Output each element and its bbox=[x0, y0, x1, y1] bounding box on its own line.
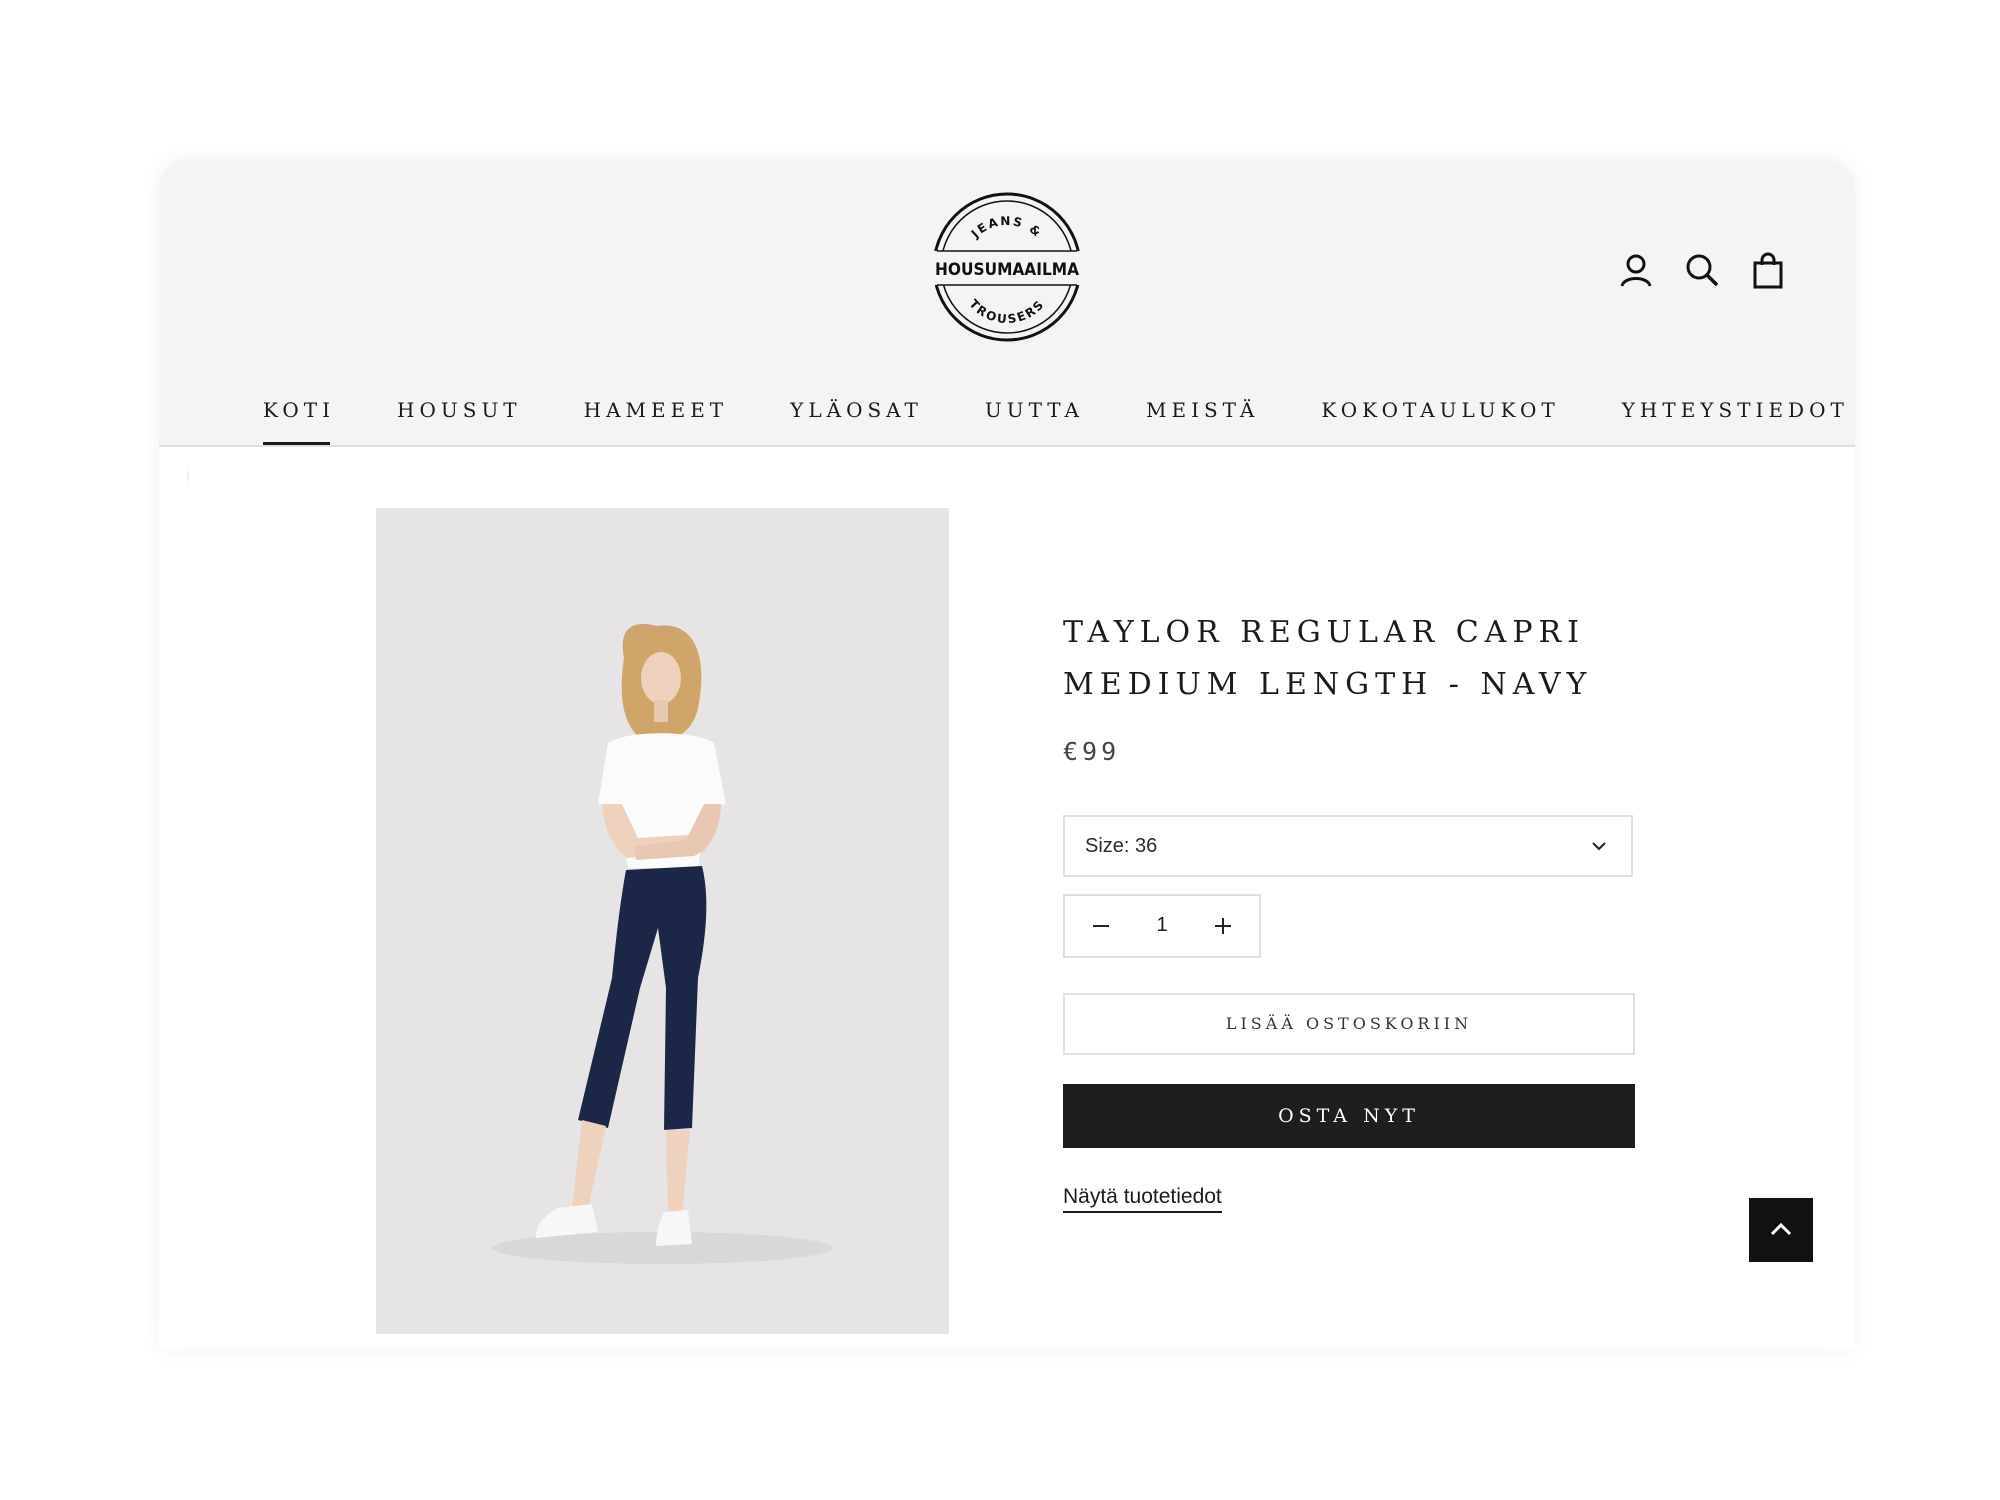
search-icon[interactable] bbox=[1683, 251, 1721, 289]
svg-text:JEANS &: JEANS & bbox=[968, 214, 1045, 241]
nav-item-meista[interactable]: MEISTÄ bbox=[1146, 389, 1259, 445]
model-photo bbox=[376, 508, 949, 1334]
back-to-top-button[interactable] bbox=[1749, 1198, 1813, 1262]
quantity-stepper: 1 bbox=[1063, 894, 1261, 958]
nav-item-housut[interactable]: HOUSUT bbox=[397, 389, 522, 445]
cart-bag-icon[interactable] bbox=[1749, 251, 1787, 289]
nav-item-yhteystiedot[interactable]: YHTEYSTIEDOT bbox=[1622, 389, 1849, 445]
main-navigation: KOTI HOUSUT HAMEEET YLÄOSAT UUTTA MEISTÄ… bbox=[263, 389, 1849, 445]
product-title: TAYLOR REGULAR CAPRI MEDIUM LENGTH - NAV… bbox=[1063, 607, 1683, 711]
store-window: JEANS & HOUSUMAAILMA TROUSERS KOTI HOUSU… bbox=[159, 159, 1855, 1349]
chevron-up-icon bbox=[1770, 1222, 1792, 1236]
nav-item-koti[interactable]: KOTI bbox=[263, 389, 335, 445]
svg-text:TROUSERS: TROUSERS bbox=[966, 297, 1047, 327]
header-actions bbox=[1617, 251, 1787, 289]
product-title-line-2: MEDIUM LENGTH - NAVY bbox=[1063, 667, 1593, 702]
product-image[interactable] bbox=[376, 508, 949, 1334]
product-details-link[interactable]: Näytä tuotetiedot bbox=[1063, 1185, 1222, 1213]
brand-wordmark: HOUSUMAAILMA bbox=[935, 260, 1080, 280]
divider-mark bbox=[187, 471, 189, 481]
nav-item-ylaosat[interactable]: YLÄOSAT bbox=[790, 389, 923, 445]
site-header: JEANS & HOUSUMAAILMA TROUSERS KOTI HOUSU… bbox=[159, 159, 1855, 447]
chevron-down-icon bbox=[1592, 842, 1606, 851]
increase-quantity-button[interactable] bbox=[1211, 914, 1235, 938]
product-price: €99 bbox=[1063, 737, 1121, 766]
nav-item-uutta[interactable]: UUTTA bbox=[985, 389, 1084, 445]
add-to-cart-button[interactable]: LISÄÄ OSTOSKORIIN bbox=[1063, 993, 1635, 1055]
account-icon[interactable] bbox=[1617, 251, 1655, 289]
nav-item-hameeet[interactable]: HAMEEET bbox=[584, 389, 729, 445]
size-dropdown-value: Size: 36 bbox=[1085, 835, 1158, 857]
nav-item-kokotaulukot[interactable]: KOKOTAULUKOT bbox=[1321, 389, 1559, 445]
product-title-line-1: TAYLOR REGULAR CAPRI bbox=[1063, 615, 1585, 650]
buy-now-button[interactable]: OSTA NYT bbox=[1063, 1084, 1635, 1148]
logo-emblem: JEANS & HOUSUMAAILMA TROUSERS bbox=[931, 192, 1083, 342]
brand-logo[interactable]: JEANS & HOUSUMAAILMA TROUSERS bbox=[931, 191, 1083, 343]
size-dropdown[interactable]: Size: 36 bbox=[1063, 815, 1633, 877]
